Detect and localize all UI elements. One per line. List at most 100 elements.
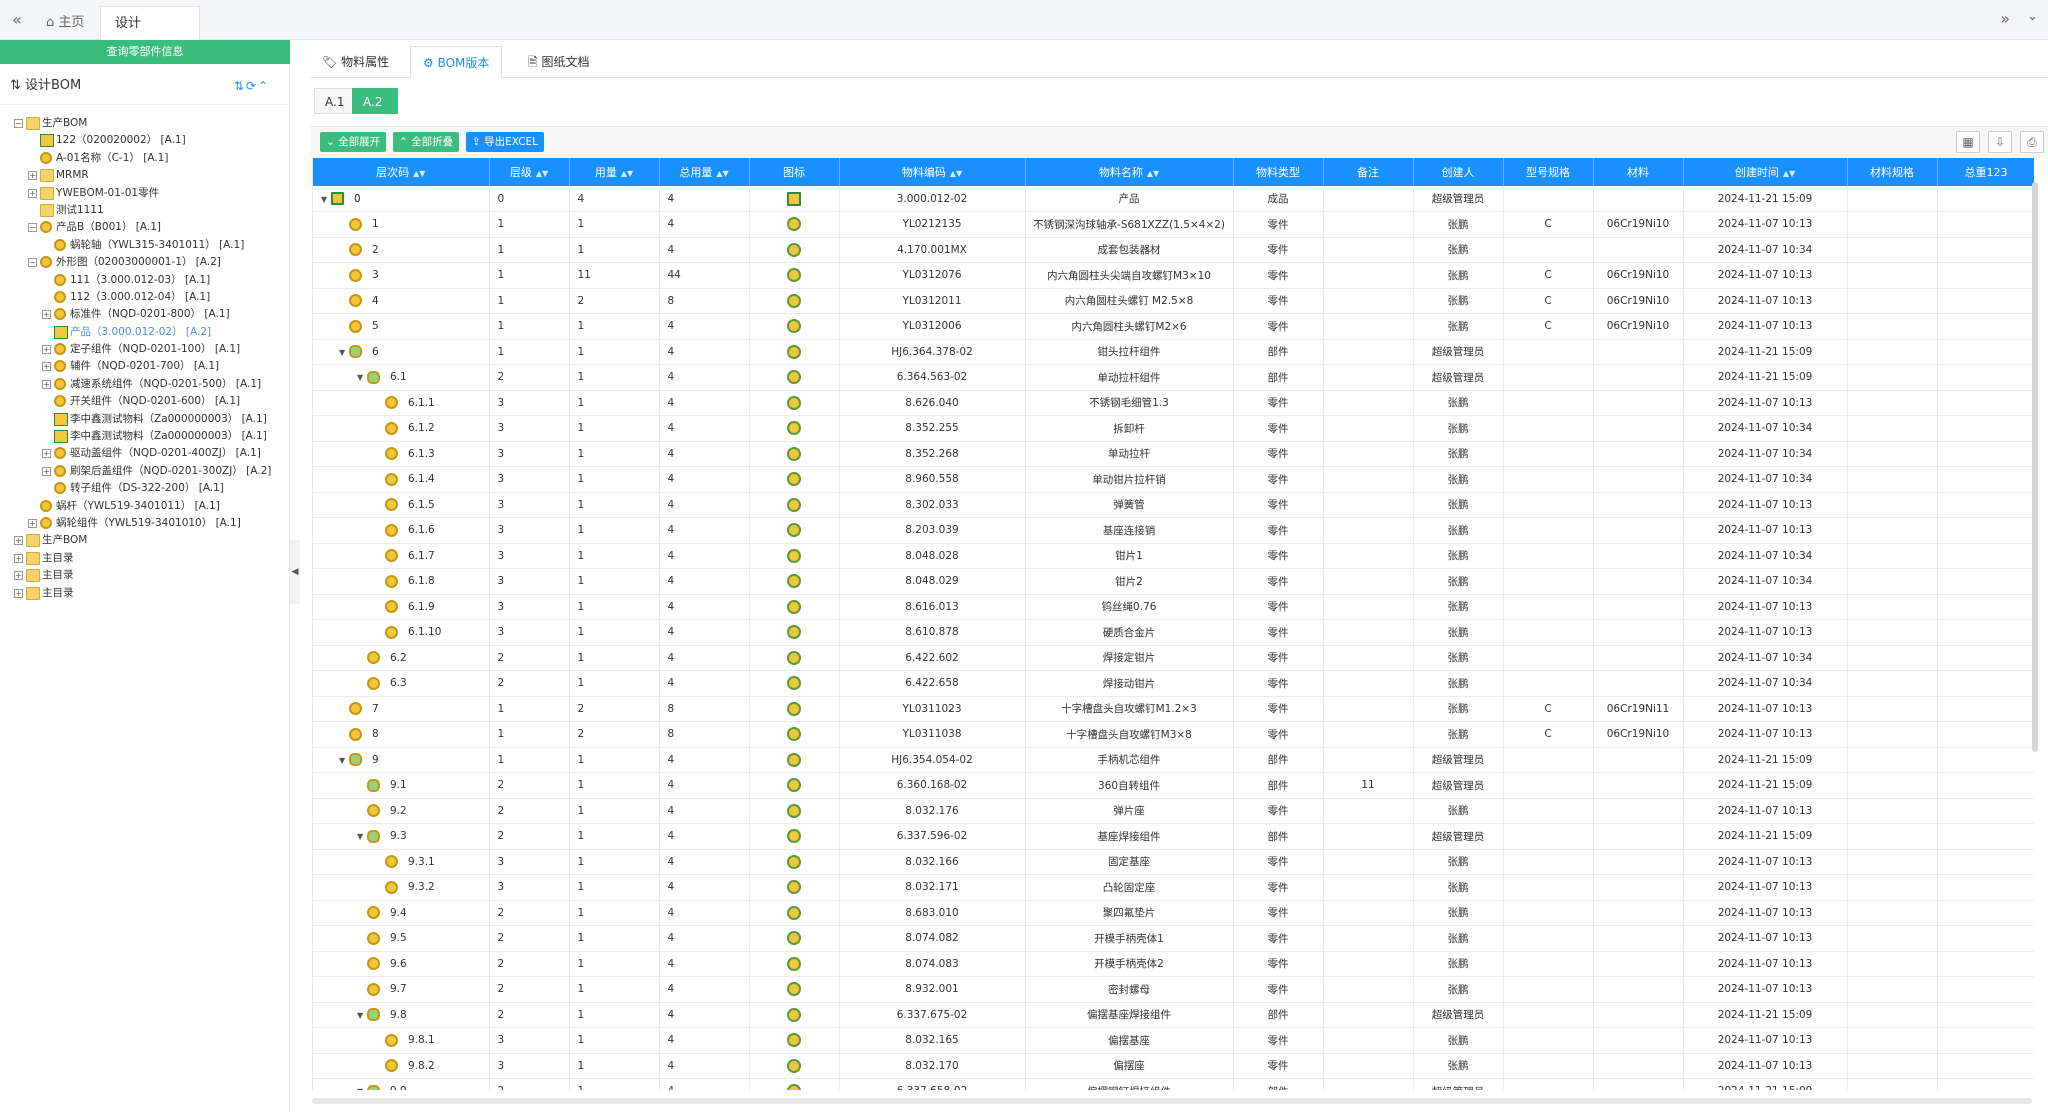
expand-all-button[interactable]: ⌄ 全部展开 xyxy=(320,132,387,152)
tree-node[interactable]: + 主目录 xyxy=(14,550,288,567)
column-header[interactable]: 层次码 ▲▼ xyxy=(313,158,490,186)
expand-icon[interactable]: + xyxy=(14,536,23,546)
column-header[interactable]: 型号规格 xyxy=(1503,158,1594,186)
tree-node[interactable]: + 主目录 xyxy=(14,585,288,602)
tree-node[interactable]: + 蜗轮组件（YWL519-3401010） [A.1] xyxy=(14,515,288,532)
table-row[interactable]: ▼ 0 0 4 4 3.000.012-02 产品 成品 超级管理员 2024-11-21 15:… xyxy=(313,186,2034,212)
version-a1-button[interactable]: A.1 xyxy=(314,88,356,114)
tree-node[interactable]: + MRMR xyxy=(14,167,288,184)
caret-down-icon[interactable]: ▼ xyxy=(357,370,367,386)
expand-icon[interactable]: + xyxy=(14,553,23,563)
table-row[interactable]: 9.8.1 3 1 4 8.032.165 偏摆基座 零件 张鹏 2024-11-07 10:1… xyxy=(313,1027,2034,1054)
caret-down-icon[interactable]: ▼ xyxy=(321,192,331,208)
caret-down-icon[interactable]: ▼ xyxy=(357,829,367,845)
chevron-down-icon[interactable]: ⌄ xyxy=(2027,9,2038,24)
query-parts-button[interactable]: 查询零部件信息 xyxy=(0,40,290,64)
column-header[interactable]: 创建人 xyxy=(1413,158,1504,186)
tab-material-attributes[interactable]: 🏷 物料属性 xyxy=(310,46,401,78)
expand-icon[interactable]: + xyxy=(42,449,51,459)
caret-down-icon[interactable]: ▼ xyxy=(357,1008,367,1024)
tab-drawing-documents[interactable]: 🗎 图纸文档 xyxy=(516,46,601,78)
tree-node[interactable]: + 辅件（NQD-0201-700） [A.1] xyxy=(14,358,288,375)
table-row[interactable]: 9.3.1 3 1 4 8.032.166 固定基座 零件 张鹏 2024-11-07 10:1… xyxy=(313,849,2034,875)
column-header[interactable]: 物料编码 ▲▼ xyxy=(839,158,1026,186)
caret-down-icon[interactable]: ▼ xyxy=(339,345,349,361)
table-row[interactable]: 3 1 11 44 YL0312076 内六角圆柱头尖端自攻螺钉M3×10 零件 张鹏 C 06C… xyxy=(313,262,2034,289)
expand-icon[interactable]: + xyxy=(42,362,51,372)
table-row[interactable]: ▼ 9 1 1 4 HJ6.354.054-02 手柄机芯组件 部件 超级管理员 2024-11-… xyxy=(313,747,2034,773)
table-row[interactable]: 6.1.5 3 1 4 8.302.033 弹簧管 零件 张鹏 2024-11-07 10:13 xyxy=(313,492,2034,518)
table-row[interactable]: 6.1.4 3 1 4 8.960.558 单动钳片拉杆销 零件 张鹏 2024-11-07 1… xyxy=(313,466,2034,493)
table-row[interactable]: 5 1 1 4 YL0312006 内六角圆柱头螺钉M2×6 零件 张鹏 C 06Cr19Ni10… xyxy=(313,313,2034,340)
sort-icon[interactable]: ▲▼ xyxy=(1147,169,1159,178)
column-header[interactable]: 创建时间 ▲▼ xyxy=(1683,158,1848,186)
grid-layout-icon[interactable]: ▦ xyxy=(1956,131,1980,153)
tree-node[interactable]: 李中鑫测试物料（Za000000003） [A.1] xyxy=(14,428,288,445)
tree-node[interactable]: 111（3.000.012-03） [A.1] xyxy=(14,272,288,289)
vertical-scrollbar[interactable] xyxy=(2032,182,2038,752)
table-row[interactable]: ▼ 9.8 2 1 4 6.337.675-02 偏摆基座焊接组件 部件 超级管理员 2024-1… xyxy=(313,1002,2034,1028)
table-row[interactable]: 7 1 2 8 YL0311023 十字槽盘头自攻螺钉M1.2×3 零件 张鹏 C 06Cr19N… xyxy=(313,696,2034,722)
tree-node[interactable]: − 生产BOM xyxy=(14,115,288,132)
column-header[interactable]: 用量 ▲▼ xyxy=(569,158,660,186)
caret-down-icon[interactable]: ▼ xyxy=(339,753,349,769)
tree-node[interactable]: + YWEBOM-01-01零件 xyxy=(14,185,288,202)
column-header[interactable]: 备注 xyxy=(1323,158,1414,186)
tree-node[interactable]: 蜗杆（YWL519-3401011） [A.1] xyxy=(14,498,288,515)
table-row[interactable]: 4 1 2 8 YL0312011 内六角圆柱头螺钉 M2.5×8 零件 张鹏 C 06Cr19N… xyxy=(313,288,2034,314)
tree-node[interactable]: 122（020020002） [A.1] xyxy=(14,132,288,149)
table-row[interactable]: 9.5 2 1 4 8.074.082 开模手柄壳体1 零件 张鹏 2024-11-07 10:… xyxy=(313,925,2034,952)
column-header[interactable]: 材料规格 xyxy=(1847,158,1938,186)
sort-icon[interactable]: ▲▼ xyxy=(621,169,633,178)
table-row[interactable]: 9.3.2 3 1 4 8.032.171 凸轮固定座 零件 张鹏 2024-11-07 10:… xyxy=(313,874,2034,901)
tree-node[interactable]: 产品（3.000.012-02） [A.2] xyxy=(14,324,288,341)
tab-bom-version[interactable]: ⚙ BOM版本 xyxy=(410,46,503,78)
expand-icon[interactable]: + xyxy=(14,571,23,581)
expand-icon[interactable]: + xyxy=(14,588,23,598)
table-row[interactable]: 6.1.8 3 1 4 8.048.029 钳片2 零件 张鹏 2024-11-07 10:34 xyxy=(313,568,2034,595)
tree-node[interactable]: − 产品B（B001） [A.1] xyxy=(14,219,288,236)
expand-icon[interactable]: + xyxy=(42,466,51,476)
table-row[interactable]: 6.1.9 3 1 4 8.616.013 钨丝绳0.76 零件 张鹏 2024-11-07 1… xyxy=(313,594,2034,620)
table-row[interactable]: ▼ 6.1 2 1 4 6.364.563-02 单动拉杆组件 部件 超级管理员 2024-11-… xyxy=(313,364,2034,391)
table-row[interactable]: 9.2 2 1 4 8.032.176 弹片座 零件 张鹏 2024-11-07 10:13 xyxy=(313,798,2034,824)
expand-icon[interactable]: + xyxy=(42,310,51,320)
sort-icon[interactable]: ▲▼ xyxy=(950,169,962,178)
print-icon[interactable]: ⎙ xyxy=(2020,131,2044,153)
tree-node[interactable]: 测试1111 xyxy=(14,202,288,219)
export-icon[interactable]: ⇩ xyxy=(1988,131,2012,153)
expand-icon[interactable]: + xyxy=(28,518,37,528)
tree-node[interactable]: 112（3.000.012-04） [A.1] xyxy=(14,289,288,306)
tree-node[interactable]: + 定子组件（NQD-0201-100） [A.1] xyxy=(14,341,288,358)
sidebar-collapse-handle[interactable]: ◀ xyxy=(290,540,300,604)
caret-down-icon[interactable]: ▼ xyxy=(357,1084,367,1090)
table-row[interactable]: 1 1 1 4 YL0212135 不锈钢深沟球轴承-S681XZZ(1.5×4×2) 零件… xyxy=(313,211,2034,238)
tab-design-bom[interactable]: 设计BOM× xyxy=(100,6,200,66)
version-a2-current-button[interactable]: A.2（当前版本） xyxy=(352,88,398,187)
sort-icon[interactable]: ▲▼ xyxy=(1783,169,1795,178)
sort-icon[interactable]: ▲▼ xyxy=(413,169,425,178)
table-row[interactable]: 6.1.7 3 1 4 8.048.028 钳片1 零件 张鹏 2024-11-07 10:34 xyxy=(313,543,2034,569)
tree-node[interactable]: + 生产BOM xyxy=(14,532,288,549)
table-row[interactable]: 6.2 2 1 4 6.422.602 焊接定钳片 零件 张鹏 2024-11-07 10:34 xyxy=(313,645,2034,671)
collapse-icon[interactable]: − xyxy=(28,258,37,268)
collapse-nav-icon[interactable]: « xyxy=(6,9,28,31)
collapse-icon[interactable]: − xyxy=(14,119,23,128)
table-row[interactable]: 9.4 2 1 4 8.683.010 聚四氟垫片 零件 张鹏 2024-11-07 10:13 xyxy=(313,900,2034,926)
table-row[interactable]: 9.6 2 1 4 8.074.083 开模手柄壳体2 零件 张鹏 2024-11-07 10:… xyxy=(313,951,2034,977)
tree-node[interactable]: + 主目录 xyxy=(14,567,288,584)
column-header[interactable]: 总用量 ▲▼ xyxy=(659,158,750,186)
chevron-up-icon[interactable]: ⌃ xyxy=(258,79,270,93)
table-row[interactable]: 6.1.10 3 1 4 8.610.878 硬质合金片 零件 张鹏 2024-11-07 10… xyxy=(313,619,2034,646)
tree-node[interactable]: + 标准件（NQD-0201-800） [A.1] xyxy=(14,306,288,323)
column-header[interactable]: 物料类型 xyxy=(1233,158,1324,186)
column-header[interactable]: 图标 xyxy=(749,158,840,186)
expand-icon[interactable]: + xyxy=(42,379,51,389)
table-row[interactable]: 6.3 2 1 4 6.422.658 焊接动钳片 零件 张鹏 2024-11-07 10:34 xyxy=(313,670,2034,697)
chevrons-right-icon[interactable]: » xyxy=(2000,9,2010,28)
tree-node[interactable]: 开关组件（NQD-0201-600） [A.1] xyxy=(14,393,288,410)
table-row[interactable]: ▼ 9.9 214 6.337.658-02偏摆钢钉焊接组件部件 超级管理员 2024-1… xyxy=(313,1078,2034,1090)
expand-icon[interactable]: + xyxy=(28,188,37,198)
table-row[interactable]: 6.1.2 3 1 4 8.352.255 拆卸杆 零件 张鹏 2024-11-07 10:34 xyxy=(313,415,2034,442)
column-header[interactable]: 总重123 xyxy=(1937,158,2034,186)
